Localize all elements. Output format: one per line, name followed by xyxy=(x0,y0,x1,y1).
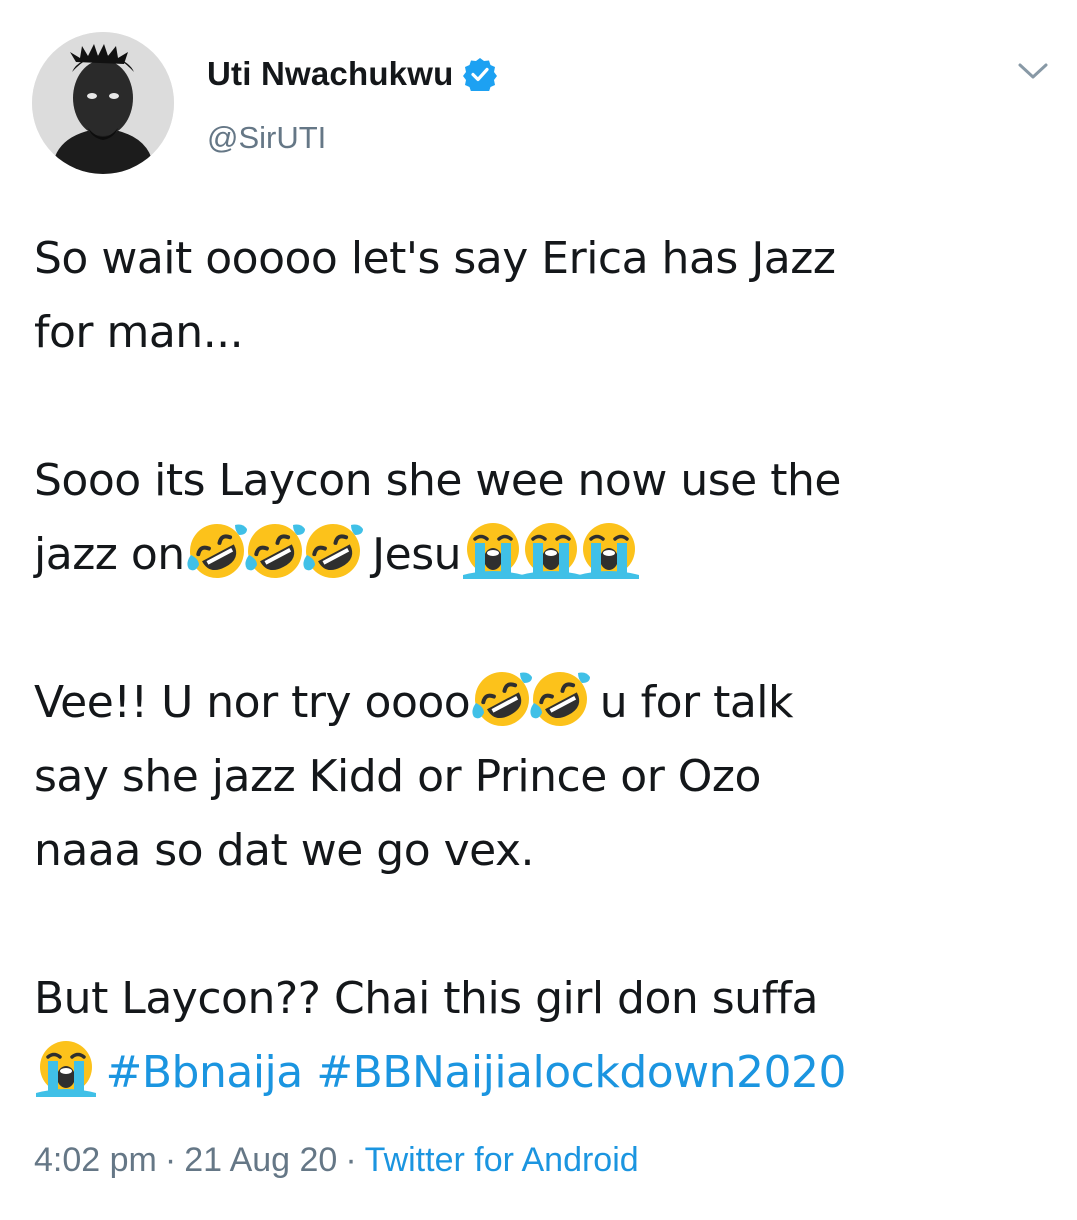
loudly-crying-face-emoji xyxy=(34,1037,98,1101)
tweet-source-link[interactable]: Twitter for Android xyxy=(365,1141,639,1179)
hashtag-link[interactable]: #BBNaijialockdown2020 xyxy=(316,1047,846,1098)
tweet-time[interactable]: 4:02 pm xyxy=(34,1141,157,1179)
loudly-crying-face-emoji xyxy=(461,519,525,583)
tweet-paragraph: Vee!! U nor try oooo u for talk say she … xyxy=(34,666,1054,888)
tweet-paragraph: Sooo its Laycon she wee now use the jazz… xyxy=(34,444,1054,592)
avatar[interactable] xyxy=(32,32,174,174)
user-handle[interactable]: @SirUTI xyxy=(207,120,326,156)
separator-dot: · xyxy=(164,1141,177,1179)
text-segment: Jesu xyxy=(358,529,462,580)
user-name-row: Uti Nwachukwu xyxy=(207,52,498,96)
tweet-paragraph: But Laycon?? Chai this girl don suffa #B… xyxy=(34,962,1054,1110)
loudly-crying-face-emoji xyxy=(577,519,641,583)
text-segment: Vee!! U nor try oooo xyxy=(34,677,471,728)
text-line: for man... xyxy=(34,307,244,358)
rolling-on-floor-laughing-emoji xyxy=(243,519,307,583)
tweet-card: Uti Nwachukwu @SirUTI So wait ooooo let'… xyxy=(0,0,1077,1220)
separator-dot: · xyxy=(345,1141,357,1179)
text-line: #Bbnaija #BBNaijialockdown2020 xyxy=(34,1036,1054,1110)
tweet-date[interactable]: 21 Aug 20 xyxy=(184,1141,337,1179)
hashtag-link[interactable]: #Bbnaija xyxy=(106,1047,304,1098)
text-line: jazz on Jesu xyxy=(34,518,1054,592)
verified-badge-icon xyxy=(463,57,498,94)
tweet-meta: 4:02 pm · 21 Aug 20 · Twitter for Android xyxy=(34,1141,639,1180)
rolling-on-floor-laughing-emoji xyxy=(470,667,534,731)
rolling-on-floor-laughing-emoji xyxy=(301,519,365,583)
text-line: naaa so dat we go vex. xyxy=(34,825,534,876)
text-line: Vee!! U nor try oooo u for talk xyxy=(34,666,1054,740)
text-segment: u for talk xyxy=(586,677,794,728)
display-name[interactable]: Uti Nwachukwu xyxy=(207,55,453,93)
chevron-down-icon[interactable] xyxy=(1016,60,1050,82)
tweet-paragraph: So wait ooooo let's say Erica has Jazz f… xyxy=(34,222,1054,370)
rolling-on-floor-laughing-emoji xyxy=(185,519,249,583)
text-line: say she jazz Kidd or Prince or Ozo xyxy=(34,751,761,802)
text-line: So wait ooooo let's say Erica has Jazz xyxy=(34,233,836,284)
tweet-text: So wait ooooo let's say Erica has Jazz f… xyxy=(34,222,1054,1110)
loudly-crying-face-emoji xyxy=(519,519,583,583)
text-line: Sooo its Laycon she wee now use the xyxy=(34,455,841,506)
rolling-on-floor-laughing-emoji xyxy=(528,667,592,731)
profile-photo-icon xyxy=(32,32,174,174)
text-line: But Laycon?? Chai this girl don suffa xyxy=(34,973,819,1024)
text-segment: jazz on xyxy=(34,529,185,580)
